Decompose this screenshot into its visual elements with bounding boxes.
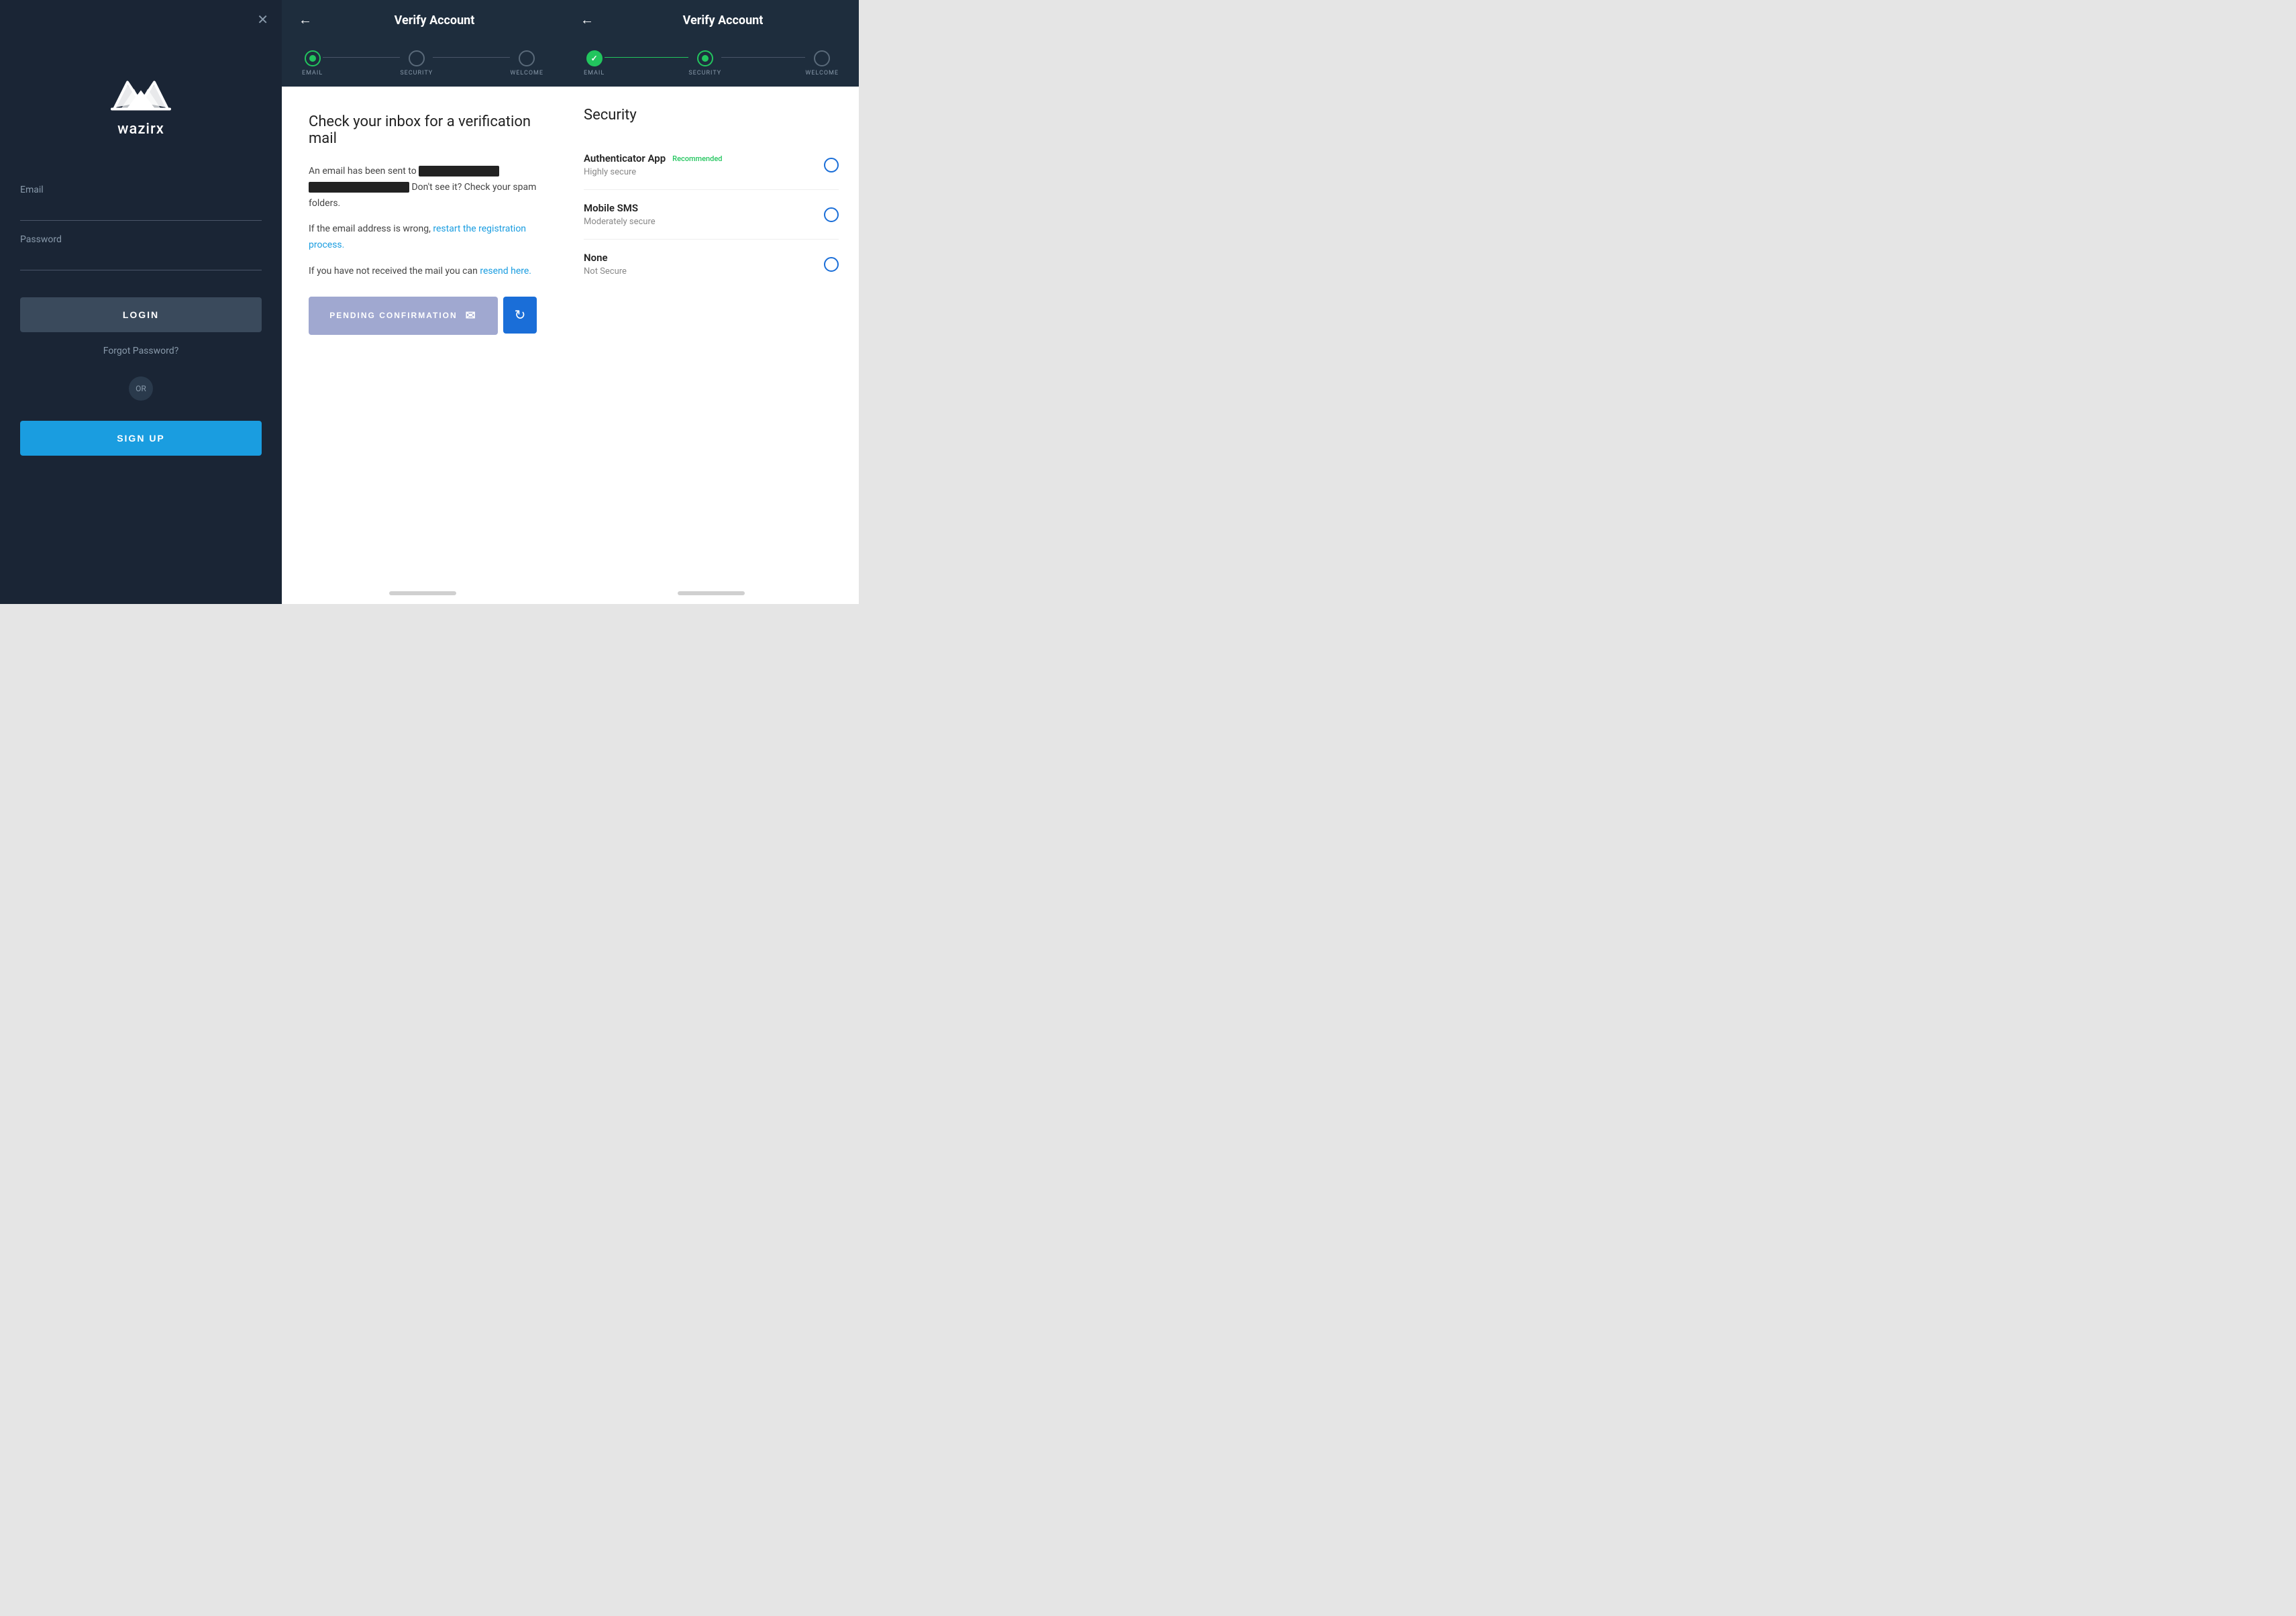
authenticator-name-row: Authenticator App Recommended [584,152,722,164]
step-security: SECURITY [400,50,433,77]
authenticator-info: Authenticator App Recommended Highly sec… [584,152,722,177]
bottom-bar-security [678,591,745,595]
step-line-1 [323,57,400,58]
none-sub: Not Secure [584,266,627,276]
email-panel-bottom [282,583,564,604]
email-icon: ✉ [466,309,477,323]
verify-security-header: ← Verify Account [564,0,859,40]
security-panel-bottom [564,583,859,604]
sec-step-circle-email [586,50,603,66]
mobile-sms-info: Mobile SMS Moderately secure [584,202,656,227]
recommended-badge: Recommended [672,154,722,163]
sec-step-email: EMAIL [584,50,605,77]
desc3-prefix: If you have not received the mail you ca… [309,266,478,276]
none-name: None [584,252,608,264]
or-badge: OR [129,376,153,401]
email-redacted [419,166,499,176]
pending-confirmation-button[interactable]: PENDING CONFIRMATION ✉ [309,297,498,335]
authenticator-name: Authenticator App [584,152,666,164]
email-step-indicator: EMAIL SECURITY WELCOME [282,40,564,87]
authenticator-sub: Highly secure [584,167,722,177]
sec-step-label-security: SECURITY [688,70,721,77]
sec-step-circle-welcome [814,50,830,66]
none-name-row: None [584,252,627,264]
sec-step-line-2 [721,57,805,58]
none-radio[interactable] [824,257,839,272]
verify-email-panel: ← Verify Account EMAIL SECURITY WELCOME … [282,0,564,604]
mobile-sms-radio[interactable] [824,207,839,222]
refresh-button[interactable]: ↻ [503,297,537,334]
back-button-email[interactable]: ← [299,13,312,28]
step-welcome: WELCOME [510,50,543,77]
verify-email-heading: Check your inbox for a verification mail [309,113,537,147]
sec-step-circle-security [697,50,713,66]
step-circle-welcome [519,50,535,66]
security-content: Security Authenticator App Recommended H… [564,87,859,583]
security-step-indicator: EMAIL SECURITY WELCOME [564,40,859,87]
step-email: EMAIL [302,50,323,77]
sec-step-welcome: WELCOME [805,50,839,77]
step-label-security: SECURITY [400,70,433,77]
verify-email-title: Verify Account [322,13,547,28]
bottom-bar-email [389,591,456,595]
email-field-container: Email [20,185,262,221]
sec-step-label-email: EMAIL [584,70,605,77]
step-line-2 [433,57,510,58]
mobile-sms-option[interactable]: Mobile SMS Moderately secure [584,190,839,240]
close-button[interactable]: ✕ [257,13,268,27]
mobile-sms-name-row: Mobile SMS [584,202,656,214]
signup-button[interactable]: SIGN UP [20,421,262,456]
verify-email-header: ← Verify Account [282,0,564,40]
verify-email-content: Check your inbox for a verification mail… [282,87,564,583]
email-label: Email [20,185,262,195]
desc1-prefix: An email has been sent to [309,166,417,176]
refresh-icon: ↻ [515,307,526,323]
desc2-prefix: If the email address is wrong, [309,223,431,234]
login-button[interactable]: LOGIN [20,297,262,332]
wazirx-logo [107,67,174,114]
none-option[interactable]: None Not Secure [584,240,839,289]
password-input[interactable] [20,250,262,270]
authenticator-radio[interactable] [824,158,839,172]
email-redacted-2 [309,182,409,193]
verify-desc-2: If the email address is wrong, restart t… [309,221,537,254]
password-field-container: Password [20,234,262,270]
step-circle-email [305,50,321,66]
none-info: None Not Secure [584,252,627,276]
verify-desc-1: An email has been sent to Don't see it? … [309,164,537,211]
pending-btn-row: PENDING CONFIRMATION ✉ ↻ [309,297,537,335]
mobile-sms-sub: Moderately secure [584,217,656,227]
security-heading: Security [584,107,839,123]
sec-step-line-1 [605,57,688,58]
sec-step-label-welcome: WELCOME [805,70,839,77]
step-circle-security [409,50,425,66]
back-button-security[interactable]: ← [580,13,594,28]
or-divider: OR [20,376,262,401]
mobile-sms-name: Mobile SMS [584,202,638,214]
forgot-password-link[interactable]: Forgot Password? [20,346,262,356]
login-form: Email Password LOGIN Forgot Password? OR… [20,185,262,456]
resend-link[interactable]: resend here. [480,266,531,276]
logo-text: wazirx [117,121,164,138]
sec-step-security: SECURITY [688,50,721,77]
logo-container: wazirx [107,67,174,138]
login-panel: ✕ wazirx Email Password LOGIN Forgot Pas… [0,0,282,604]
authenticator-option[interactable]: Authenticator App Recommended Highly sec… [584,140,839,190]
step-label-welcome: WELCOME [510,70,543,77]
verify-security-panel: ← Verify Account EMAIL SECURITY WELCOME … [564,0,859,604]
pending-label: PENDING CONFIRMATION [329,311,457,320]
email-input[interactable] [20,201,262,221]
step-label-email: EMAIL [302,70,323,77]
verify-desc-3: If you have not received the mail you ca… [309,264,537,280]
password-label: Password [20,234,262,245]
verify-security-title: Verify Account [604,13,842,28]
